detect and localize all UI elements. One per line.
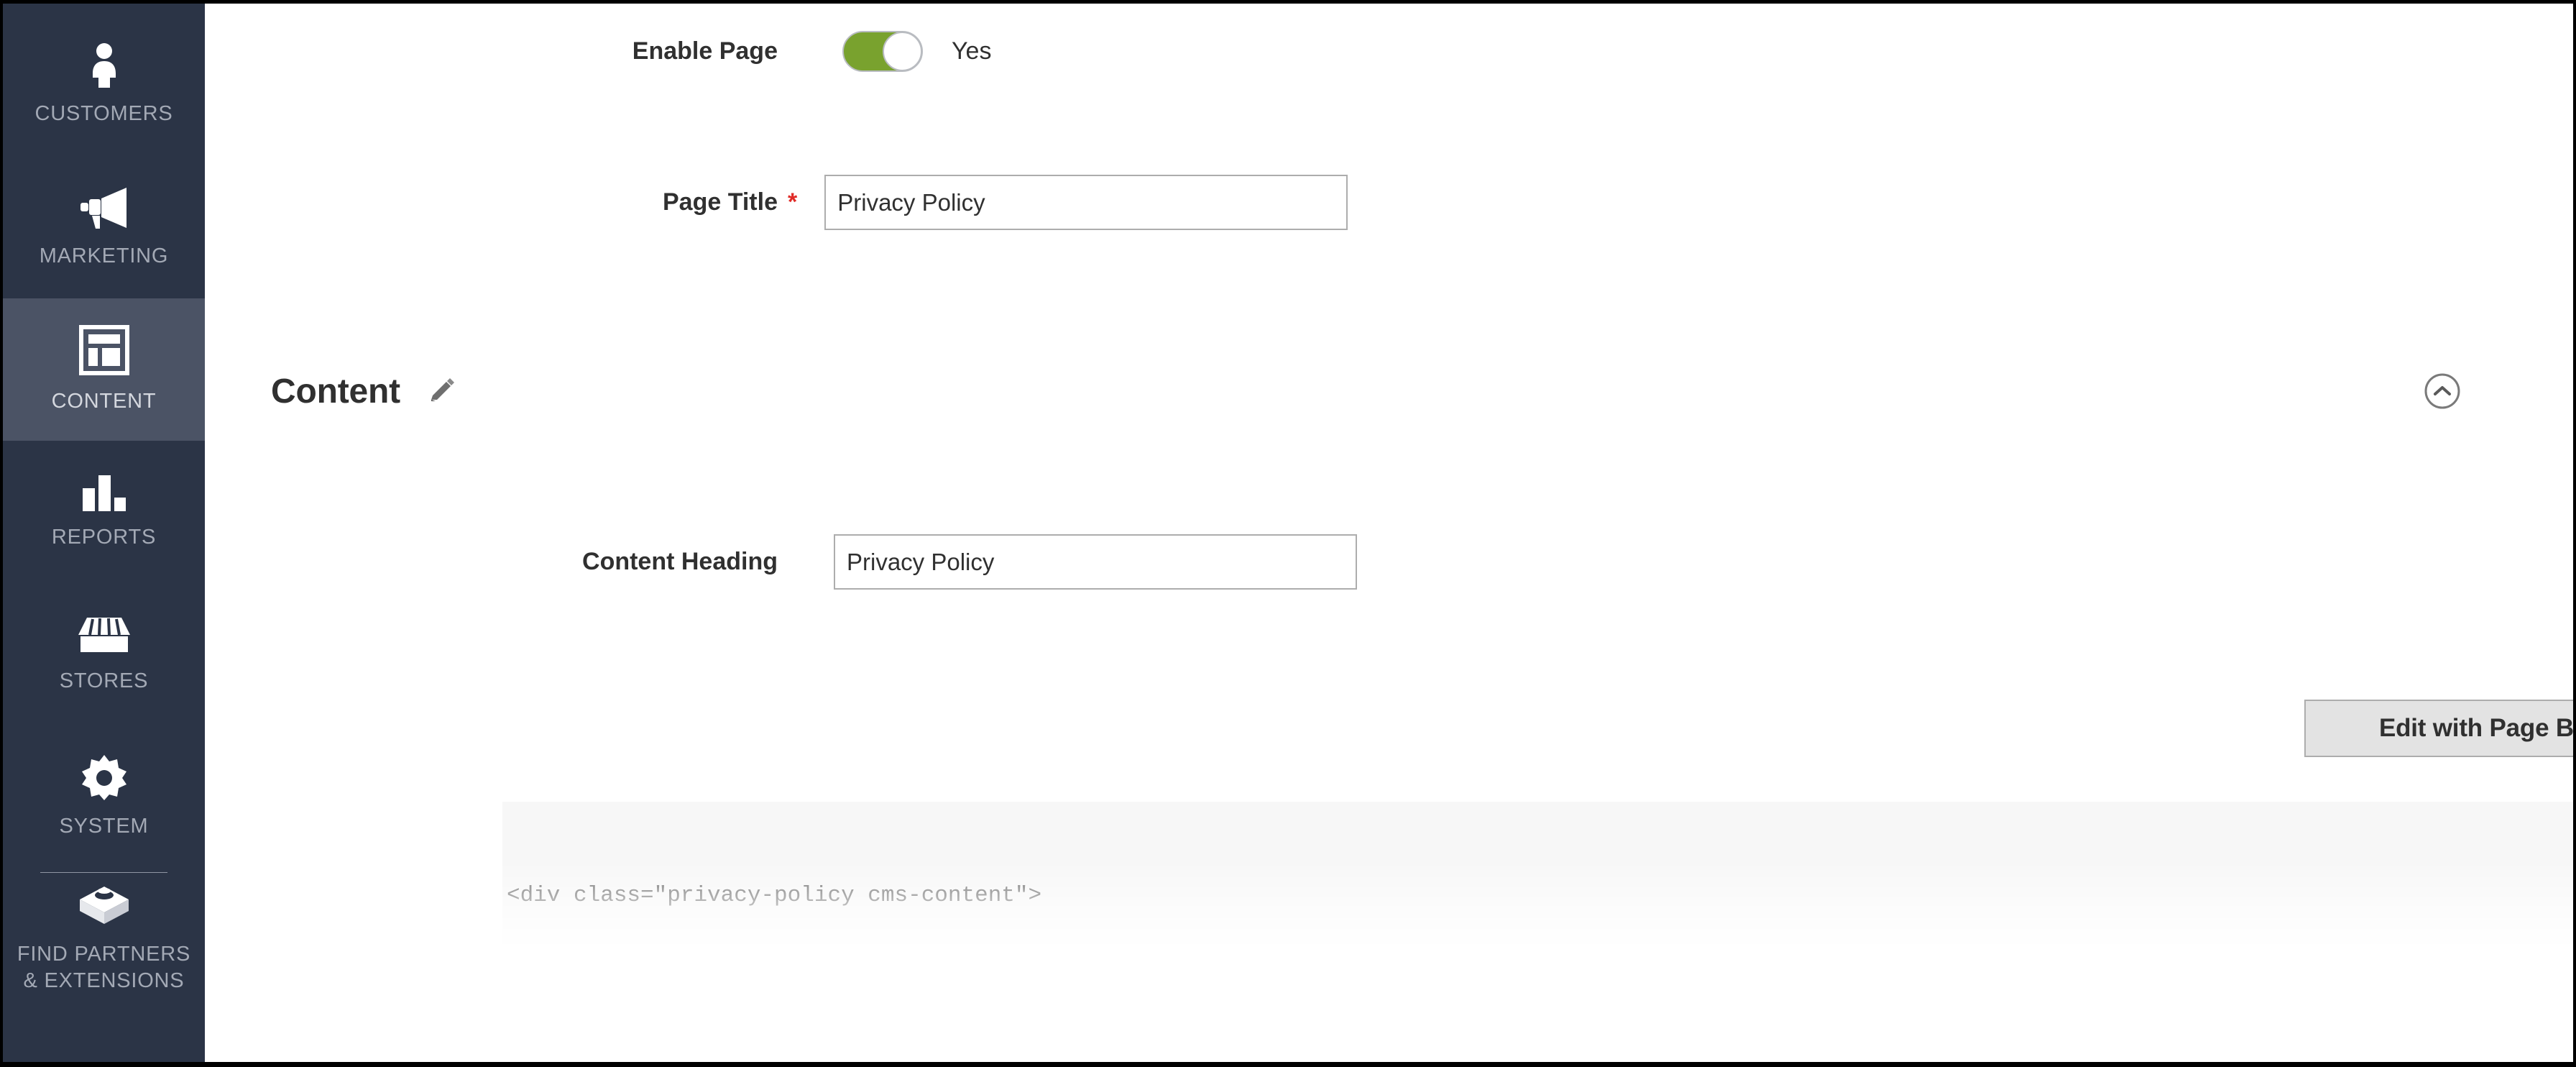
bar-chart-icon [80, 474, 128, 511]
content-section-title: Content [271, 372, 400, 411]
sidebar-item-marketing[interactable]: MARKETING [3, 156, 205, 298]
enable-page-toggle-value: Yes [952, 37, 992, 65]
content-heading-input[interactable] [834, 534, 1357, 590]
page-title-label: Page Title [663, 188, 778, 216]
sidebar-item-content[interactable]: CONTENT [3, 298, 205, 441]
sidebar-item-label: STORES [59, 669, 149, 692]
sidebar-item-label: CONTENT [51, 389, 157, 413]
gear-icon [81, 754, 127, 800]
page-title-row: Page Title * [205, 175, 1348, 230]
content-heading-row: Content Heading [205, 534, 1357, 590]
magento-admin-cms-page-editor: CUSTOMERS MARKETING CONTENT REPORTS STOR… [0, 0, 2576, 1067]
sidebar-item-find-partners-extensions[interactable]: FIND PARTNERS & EXTENSIONS [3, 877, 205, 1001]
sidebar-item-customers[interactable]: CUSTOMERS [3, 14, 205, 156]
customers-icon [85, 42, 124, 88]
edit-with-page-builder-button[interactable]: Edit with Page Builder [2304, 700, 2573, 757]
toggle-knob [883, 32, 922, 71]
enable-page-label: Enable Page [632, 37, 778, 65]
sidebar-divider [40, 872, 167, 873]
sidebar-item-reports[interactable]: REPORTS [3, 441, 205, 583]
megaphone-icon [78, 186, 131, 230]
layout-icon [78, 324, 129, 375]
code-line: <div class="privacy-policy cms-content"> [507, 883, 1042, 908]
sidebar-item-label: FIND PARTNERS & EXTENSIONS [17, 943, 191, 992]
sidebar-item-label: SYSTEM [59, 814, 149, 838]
sidebar-item-system[interactable]: SYSTEM [3, 725, 205, 868]
content-section-header: Content [205, 349, 2573, 434]
pencil-icon[interactable] [428, 377, 455, 405]
sidebar-item-label: REPORTS [51, 525, 157, 549]
admin-sidebar-nav: CUSTOMERS MARKETING CONTENT REPORTS STOR… [3, 4, 205, 1062]
sidebar-item-stores[interactable]: STORES [3, 583, 205, 725]
page-title-input[interactable] [824, 175, 1348, 230]
content-html-preview[interactable]: <div class="privacy-policy cms-content">… [502, 802, 2573, 945]
sidebar-item-label: MARKETING [39, 244, 169, 267]
storefront-icon [77, 615, 132, 655]
content-heading-label: Content Heading [582, 548, 778, 575]
main-content-area: Enable Page Yes Page Title * Content [205, 4, 2573, 1062]
extensions-box-icon [77, 884, 132, 928]
enable-page-toggle[interactable] [842, 31, 923, 72]
page-title-required-marker: * [788, 188, 798, 216]
chevron-up-circle-icon[interactable] [2424, 372, 2461, 410]
sidebar-item-label: CUSTOMERS [34, 101, 173, 125]
enable-page-row: Enable Page Yes [205, 31, 1139, 72]
